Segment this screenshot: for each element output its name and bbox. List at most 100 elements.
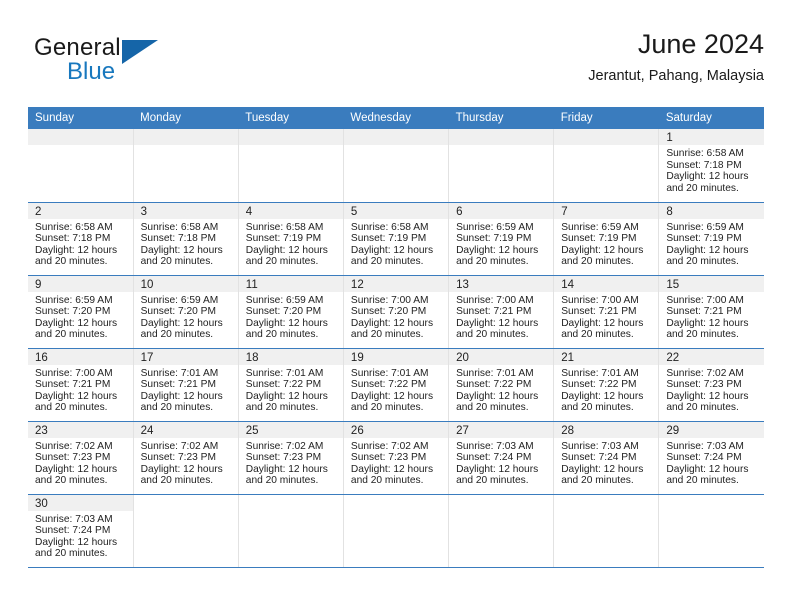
day-details: Sunrise: 6:59 AM Sunset: 7:19 PM Daylight:… [555, 219, 659, 268]
calendar-day-cell[interactable]: 21 Sunrise: 7:01 AM Sunset: 7:22 PM Dayligh… [553, 348, 659, 422]
calendar-day-cell[interactable]: 9 Sunrise: 6:59 AM Sunset: 7:20 PM Daylight… [28, 275, 134, 349]
day-number [239, 494, 343, 511]
sunrise-text: Sunrise: 7:02 AM [666, 367, 744, 379]
sunset-text: Sunset: 7:22 PM [456, 379, 532, 391]
calendar-day-cell[interactable]: 24 Sunrise: 7:02 AM Sunset: 7:23 PM Dayligh… [132, 421, 239, 495]
calendar-day-cell[interactable]: 17 Sunrise: 7:01 AM Sunset: 7:21 PM Dayligh… [132, 348, 239, 422]
sunset-text: Sunset: 7:24 PM [666, 452, 742, 464]
sunset-text: Sunset: 7:21 PM [35, 379, 111, 391]
calendar-day-cell[interactable]: 2 Sunrise: 6:58 AM Sunset: 7:18 PM Daylight… [28, 202, 134, 276]
calendar-empty-cell [553, 494, 659, 568]
daylight-text-line2: and 20 minutes. [666, 329, 739, 341]
calendar-day-cell[interactable]: 27 Sunrise: 7:03 AM Sunset: 7:24 PM Dayligh… [448, 421, 554, 495]
day-number: 4 [239, 202, 343, 219]
general-blue-logo[interactable]: General Blue [34, 34, 164, 90]
calendar-day-cell[interactable]: 16 Sunrise: 7:00 AM Sunset: 7:21 PM Dayligh… [28, 348, 134, 422]
calendar-week-row: 30 Sunrise: 7:03 AM Sunset: 7:24 PM Dayligh… [28, 494, 764, 568]
daylight-text-line2: and 20 minutes. [140, 475, 214, 487]
daylight-text-line1: Daylight: 12 hours [140, 317, 223, 329]
calendar-day-cell[interactable]: 7 Sunrise: 6:59 AM Sunset: 7:19 PM Daylight… [553, 202, 659, 276]
sunrise-text: Sunrise: 7:01 AM [456, 367, 534, 379]
daylight-text-line1: Daylight: 12 hours [561, 317, 644, 329]
calendar-day-cell[interactable]: 28 Sunrise: 7:03 AM Sunset: 7:24 PM Dayligh… [553, 421, 659, 495]
day-number: 25 [239, 421, 343, 438]
sunrise-text: Sunrise: 7:00 AM [35, 367, 113, 379]
daylight-text-line1: Daylight: 12 hours [561, 244, 644, 256]
calendar-day-cell[interactable]: 14 Sunrise: 7:00 AM Sunset: 7:21 PM Dayligh… [553, 275, 659, 349]
calendar-day-cell[interactable]: 26 Sunrise: 7:02 AM Sunset: 7:23 PM Dayligh… [342, 421, 449, 495]
sunrise-text: Sunrise: 7:02 AM [35, 440, 113, 452]
calendar-day-cell[interactable]: 3 Sunrise: 6:58 AM Sunset: 7:18 PM Daylight… [132, 202, 239, 276]
daylight-text-line2: and 20 minutes. [456, 475, 529, 487]
daylight-text-line1: Daylight: 12 hours [350, 463, 434, 475]
calendar-day-cell[interactable]: 29 Sunrise: 7:03 AM Sunset: 7:24 PM Dayligh… [658, 421, 764, 495]
daylight-text-line2: and 20 minutes. [350, 329, 424, 341]
sunrise-text: Sunrise: 7:02 AM [140, 440, 219, 452]
weekday-header-wednesday: Wednesday [343, 107, 449, 129]
calendar-day-cell[interactable]: 12 Sunrise: 7:00 AM Sunset: 7:20 PM Dayligh… [342, 275, 449, 349]
daylight-text-line2: and 20 minutes. [35, 402, 108, 414]
sunrise-text: Sunrise: 7:02 AM [350, 440, 429, 452]
calendar-day-cell[interactable]: 22 Sunrise: 7:02 AM Sunset: 7:23 PM Dayligh… [658, 348, 764, 422]
calendar-day-cell[interactable]: 19 Sunrise: 7:01 AM Sunset: 7:22 PM Dayligh… [342, 348, 449, 422]
daylight-text-line1: Daylight: 12 hours [456, 244, 539, 256]
day-number [659, 494, 764, 511]
calendar-day-cell[interactable]: 5 Sunrise: 6:58 AM Sunset: 7:19 PM Daylight… [342, 202, 449, 276]
day-details: Sunrise: 7:02 AM Sunset: 7:23 PM Daylight:… [344, 438, 448, 487]
calendar-day-cell[interactable]: 15 Sunrise: 7:00 AM Sunset: 7:21 PM Dayligh… [658, 275, 764, 349]
daylight-text-line1: Daylight: 12 hours [666, 171, 749, 183]
day-number: 29 [659, 421, 764, 438]
weekday-header-friday: Friday [553, 107, 659, 129]
weekday-header-row: Sunday Monday Tuesday Wednesday Thursday… [28, 107, 764, 129]
daylight-text-line1: Daylight: 12 hours [561, 390, 644, 402]
weekday-header-thursday: Thursday [448, 107, 554, 129]
calendar-day-cell[interactable]: 30 Sunrise: 7:03 AM Sunset: 7:24 PM Dayligh… [28, 494, 134, 568]
calendar-empty-cell [28, 129, 134, 203]
sunrise-text: Sunrise: 6:59 AM [561, 221, 639, 233]
day-number [449, 494, 554, 511]
sunset-text: Sunset: 7:22 PM [245, 379, 322, 391]
sunset-text: Sunset: 7:23 PM [666, 379, 742, 391]
calendar-day-cell[interactable]: 23 Sunrise: 7:02 AM Sunset: 7:23 PM Dayligh… [28, 421, 134, 495]
calendar-body: 1 Sunrise: 6:58 AM Sunset: 7:18 PM Daylight… [28, 129, 764, 568]
calendar-day-cell[interactable]: 4 Sunrise: 6:58 AM Sunset: 7:19 PM Daylight… [237, 202, 344, 276]
calendar-empty-cell [237, 494, 344, 568]
sunset-text: Sunset: 7:21 PM [666, 306, 742, 318]
calendar-day-cell[interactable]: 11 Sunrise: 6:59 AM Sunset: 7:20 PM Dayligh… [237, 275, 344, 349]
day-details: Sunrise: 7:00 AM Sunset: 7:20 PM Daylight:… [344, 292, 448, 341]
day-details: Sunrise: 6:59 AM Sunset: 7:19 PM Daylight:… [660, 219, 764, 268]
day-number: 15 [659, 275, 764, 292]
sunset-text: Sunset: 7:20 PM [245, 306, 322, 318]
sunrise-text: Sunrise: 6:58 AM [245, 221, 324, 233]
daylight-text-line1: Daylight: 12 hours [456, 317, 539, 329]
sunset-text: Sunset: 7:24 PM [561, 452, 637, 464]
day-number: 6 [449, 202, 554, 219]
sunrise-text: Sunrise: 7:00 AM [561, 294, 639, 306]
calendar-week-row: 9 Sunrise: 6:59 AM Sunset: 7:20 PM Daylight… [28, 275, 764, 349]
weekday-header-tuesday: Tuesday [238, 107, 344, 129]
daylight-text-line2: and 20 minutes. [561, 256, 634, 268]
day-number: 27 [449, 421, 554, 438]
calendar-day-cell[interactable]: 10 Sunrise: 6:59 AM Sunset: 7:20 PM Dayligh… [132, 275, 239, 349]
calendar-day-cell[interactable]: 8 Sunrise: 6:59 AM Sunset: 7:19 PM Daylight… [658, 202, 764, 276]
day-number: 2 [28, 202, 133, 219]
day-details: Sunrise: 6:58 AM Sunset: 7:18 PM Daylight:… [28, 219, 133, 268]
calendar-week-row: 2 Sunrise: 6:58 AM Sunset: 7:18 PM Daylight… [28, 202, 764, 276]
sunrise-text: Sunrise: 6:58 AM [35, 221, 113, 233]
day-details: Sunrise: 7:01 AM Sunset: 7:22 PM Daylight:… [450, 365, 554, 414]
calendar-day-cell[interactable]: 1 Sunrise: 6:58 AM Sunset: 7:18 PM Daylight… [658, 129, 764, 203]
daylight-text-line1: Daylight: 12 hours [35, 317, 118, 329]
calendar-day-cell[interactable]: 6 Sunrise: 6:59 AM Sunset: 7:19 PM Daylight… [448, 202, 554, 276]
day-number: 18 [239, 348, 343, 365]
sunset-text: Sunset: 7:20 PM [35, 306, 111, 318]
sunset-text: Sunset: 7:20 PM [140, 306, 216, 318]
calendar-day-cell[interactable]: 18 Sunrise: 7:01 AM Sunset: 7:22 PM Dayligh… [237, 348, 344, 422]
day-number [554, 129, 659, 145]
calendar-day-cell[interactable]: 13 Sunrise: 7:00 AM Sunset: 7:21 PM Dayligh… [448, 275, 554, 349]
calendar-day-cell[interactable]: 25 Sunrise: 7:02 AM Sunset: 7:23 PM Dayligh… [237, 421, 344, 495]
weekday-header-saturday: Saturday [658, 107, 764, 129]
calendar-day-cell[interactable]: 20 Sunrise: 7:01 AM Sunset: 7:22 PM Dayligh… [448, 348, 554, 422]
calendar-empty-cell [237, 129, 344, 203]
day-number: 7 [554, 202, 659, 219]
day-number [344, 494, 449, 511]
